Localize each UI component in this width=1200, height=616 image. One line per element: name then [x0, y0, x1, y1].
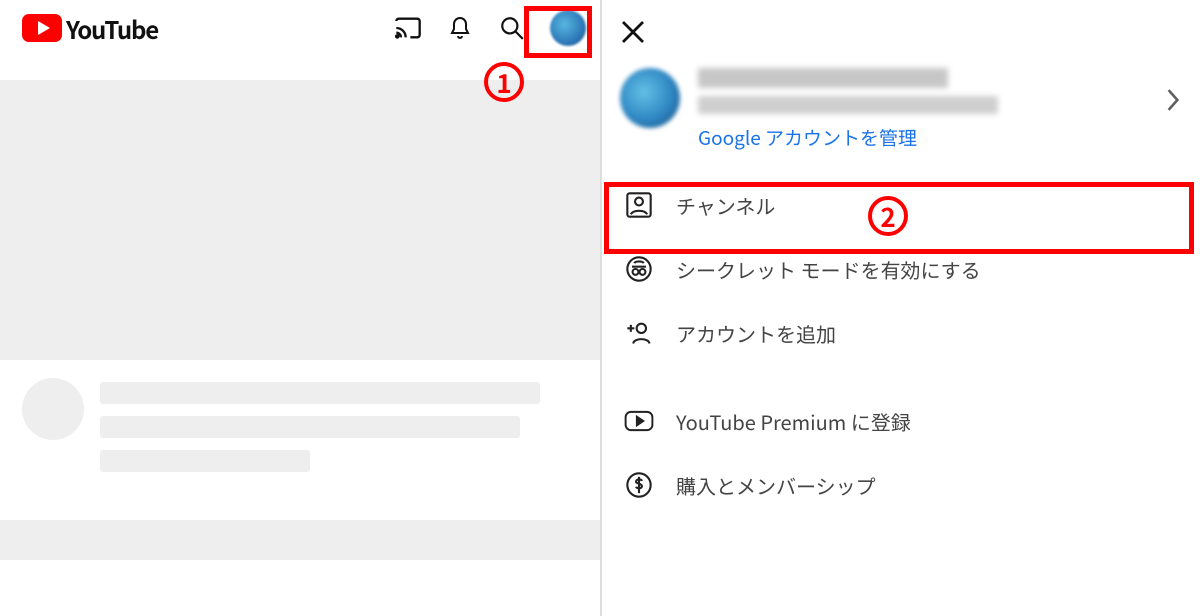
menu-label: 購入とメンバーシップ — [676, 471, 876, 500]
content-placeholder-row — [0, 360, 600, 472]
menu-item-incognito[interactable]: シークレット モードを有効にする — [600, 237, 1200, 301]
account-avatar — [620, 68, 680, 128]
add-person-icon — [624, 318, 654, 348]
pane-divider — [600, 0, 602, 616]
menu-item-add-account[interactable]: アカウントを追加 — [600, 301, 1200, 365]
avatar-button[interactable] — [550, 10, 586, 46]
youtube-app-pane: YouTube — [0, 0, 600, 616]
search-icon[interactable] — [498, 14, 526, 42]
youtube-play-icon — [22, 14, 62, 42]
cast-icon[interactable] — [394, 14, 422, 42]
incognito-icon — [624, 254, 654, 284]
youtube-wordmark: YouTube — [66, 11, 158, 46]
content-placeholder-banner — [0, 80, 600, 360]
topbar-actions — [394, 10, 586, 46]
account-menu: チャンネル シークレット モードを有効にする — [600, 173, 1200, 517]
manage-google-account-link[interactable]: Google アカウントを管理 — [698, 124, 1180, 151]
menu-label: YouTube Premium に登録 — [676, 407, 911, 436]
close-icon[interactable] — [618, 17, 648, 47]
menu-label: シークレット モードを有効にする — [676, 255, 981, 284]
account-name-blurred — [698, 68, 948, 88]
placeholder-lines — [100, 378, 578, 472]
dollar-circle-icon — [624, 470, 654, 500]
menu-item-channel[interactable]: チャンネル — [600, 173, 1200, 237]
account-email-blurred — [698, 96, 998, 114]
youtube-logo[interactable]: YouTube — [22, 11, 158, 46]
topbar: YouTube — [0, 0, 600, 56]
youtube-rect-icon — [624, 406, 654, 436]
menu-item-premium[interactable]: YouTube Premium に登録 — [600, 389, 1200, 453]
chevron-right-icon[interactable] — [1166, 88, 1180, 112]
person-box-icon — [624, 190, 654, 220]
menu-item-purchases[interactable]: 購入とメンバーシップ — [600, 453, 1200, 517]
menu-label: アカウントを追加 — [676, 319, 836, 348]
notifications-icon[interactable] — [446, 14, 474, 42]
content-placeholder-banner2 — [0, 520, 600, 560]
placeholder-avatar — [22, 378, 84, 440]
menu-label: チャンネル — [676, 191, 775, 220]
account-header[interactable]: Google アカウントを管理 — [600, 64, 1200, 151]
account-panel: Google アカウントを管理 チャンネル — [600, 0, 1200, 616]
